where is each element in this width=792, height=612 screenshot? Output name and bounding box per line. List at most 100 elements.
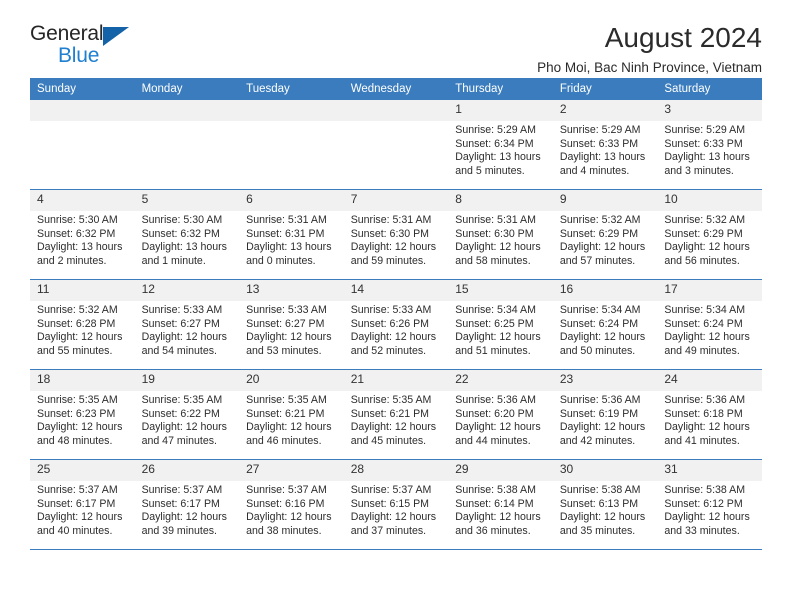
sunrise-time: Sunrise: 5:33 AM bbox=[246, 304, 327, 316]
day-number: 18 bbox=[30, 370, 135, 391]
calendar-day-cell[interactable]: 24 Sunrise: 5:36 AM Sunset: 6:18 PM Dayligh… bbox=[657, 369, 762, 460]
calendar-cell-empty bbox=[343, 100, 449, 190]
calendar-day-cell[interactable]: 7 Sunrise: 5:31 AM Sunset: 6:30 PM Daylight… bbox=[343, 189, 449, 280]
day-number: 10 bbox=[657, 190, 762, 211]
calendar-day-cell[interactable]: 10 Sunrise: 5:32 AM Sunset: 6:29 PM Dayligh… bbox=[657, 189, 762, 280]
sunrise-time: Sunrise: 5:37 AM bbox=[246, 484, 327, 496]
day-number: 8 bbox=[448, 190, 553, 211]
calendar-day-cell[interactable]: 19 Sunrise: 5:35 AM Sunset: 6:22 PM Dayligh… bbox=[134, 369, 240, 460]
daylight-duration-line1: Daylight: 12 hours bbox=[455, 241, 541, 254]
calendar-day-cell[interactable]: 2 Sunrise: 5:29 AM Sunset: 6:33 PM Daylight… bbox=[552, 100, 658, 190]
calendar-cell-empty bbox=[134, 100, 240, 190]
daylight-duration-line2: and 42 minutes. bbox=[559, 434, 636, 447]
calendar-week-row: 11 Sunrise: 5:32 AM Sunset: 6:28 PM Dayligh… bbox=[30, 279, 762, 370]
daylight-duration-line1: Daylight: 12 hours bbox=[141, 511, 227, 524]
generalblue-logo[interactable]: General Blue bbox=[30, 22, 150, 74]
daylight-duration-line1: Daylight: 13 hours bbox=[141, 241, 227, 254]
sunrise-time: Sunrise: 5:30 AM bbox=[37, 214, 118, 226]
calendar-day-cell[interactable]: 18 Sunrise: 5:35 AM Sunset: 6:23 PM Dayligh… bbox=[30, 369, 135, 460]
sunrise-time: Sunrise: 5:36 AM bbox=[664, 394, 746, 406]
day-number: 4 bbox=[30, 190, 135, 211]
day-details: Sunrise: 5:38 AM Sunset: 6:12 PM Daylight:… bbox=[657, 481, 762, 538]
calendar-day-cell[interactable]: 6 Sunrise: 5:31 AM Sunset: 6:31 PM Daylight… bbox=[239, 189, 344, 280]
calendar-day-cell[interactable]: 23 Sunrise: 5:36 AM Sunset: 6:19 PM Dayligh… bbox=[552, 369, 658, 460]
day-number: 6 bbox=[239, 190, 344, 211]
daylight-duration-line2: and 0 minutes. bbox=[246, 254, 316, 267]
sunset-time: Sunset: 6:27 PM bbox=[141, 317, 220, 330]
sunrise-time: Sunrise: 5:38 AM bbox=[664, 484, 746, 496]
sunrise-time: Sunrise: 5:29 AM bbox=[664, 124, 746, 136]
daylight-duration-line1: Daylight: 13 hours bbox=[664, 151, 750, 164]
calendar-day-cell[interactable]: 4 Sunrise: 5:30 AM Sunset: 6:32 PM Daylight… bbox=[30, 189, 135, 280]
sunset-time: Sunset: 6:21 PM bbox=[350, 407, 430, 420]
day-number: 13 bbox=[239, 280, 344, 301]
daylight-duration-line1: Daylight: 12 hours bbox=[455, 511, 541, 524]
daylight-duration-line1: Daylight: 12 hours bbox=[664, 331, 750, 344]
daylight-duration-line1: Daylight: 12 hours bbox=[246, 331, 332, 344]
calendar-day-cell[interactable]: 3 Sunrise: 5:29 AM Sunset: 6:33 PM Daylight… bbox=[657, 100, 762, 190]
calendar-day-cell[interactable]: 25 Sunrise: 5:37 AM Sunset: 6:17 PM Dayligh… bbox=[30, 459, 135, 550]
day-number: 9 bbox=[552, 190, 658, 211]
daylight-duration-line2: and 46 minutes. bbox=[246, 434, 322, 447]
sunset-time: Sunset: 6:12 PM bbox=[664, 497, 743, 510]
sunset-time: Sunset: 6:16 PM bbox=[246, 497, 325, 510]
calendar-day-cell[interactable]: 22 Sunrise: 5:36 AM Sunset: 6:20 PM Dayligh… bbox=[448, 369, 553, 460]
sunrise-time: Sunrise: 5:32 AM bbox=[559, 214, 641, 226]
daylight-duration-line2: and 52 minutes. bbox=[350, 344, 427, 357]
calendar-day-cell[interactable]: 14 Sunrise: 5:33 AM Sunset: 6:26 PM Dayligh… bbox=[343, 279, 449, 370]
calendar-day-cell[interactable]: 29 Sunrise: 5:38 AM Sunset: 6:14 PM Dayligh… bbox=[448, 459, 553, 550]
calendar-day-cell[interactable]: 9 Sunrise: 5:32 AM Sunset: 6:29 PM Daylight… bbox=[552, 189, 658, 280]
calendar-day-cell[interactable]: 1 Sunrise: 5:29 AM Sunset: 6:34 PM Daylight… bbox=[448, 100, 553, 190]
sunrise-time: Sunrise: 5:35 AM bbox=[350, 394, 432, 406]
daylight-duration-line1: Daylight: 12 hours bbox=[37, 421, 123, 434]
calendar-day-cell[interactable]: 27 Sunrise: 5:37 AM Sunset: 6:16 PM Dayligh… bbox=[239, 459, 344, 550]
daylight-duration-line2: and 40 minutes. bbox=[37, 524, 113, 537]
daylight-duration-line1: Daylight: 12 hours bbox=[246, 511, 332, 524]
day-number: 15 bbox=[448, 280, 553, 301]
calendar-day-cell[interactable]: 13 Sunrise: 5:33 AM Sunset: 6:27 PM Dayligh… bbox=[239, 279, 344, 370]
day-details: Sunrise: 5:35 AM Sunset: 6:22 PM Daylight:… bbox=[135, 391, 240, 448]
sunset-time: Sunset: 6:29 PM bbox=[664, 227, 743, 240]
day-details: Sunrise: 5:38 AM Sunset: 6:13 PM Daylight:… bbox=[553, 481, 658, 538]
daylight-duration-line1: Daylight: 12 hours bbox=[350, 331, 437, 344]
calendar-day-cell[interactable]: 11 Sunrise: 5:32 AM Sunset: 6:28 PM Dayligh… bbox=[30, 279, 135, 370]
calendar-day-cell[interactable]: 31 Sunrise: 5:38 AM Sunset: 6:12 PM Dayligh… bbox=[657, 459, 762, 550]
page-title: August 2024 bbox=[604, 22, 762, 53]
calendar-day-cell[interactable]: 12 Sunrise: 5:33 AM Sunset: 6:27 PM Dayligh… bbox=[134, 279, 240, 370]
daylight-duration-line2: and 45 minutes. bbox=[350, 434, 427, 447]
daylight-duration-line2: and 41 minutes. bbox=[664, 434, 740, 447]
day-number: 11 bbox=[30, 280, 135, 301]
calendar-day-cell[interactable]: 17 Sunrise: 5:34 AM Sunset: 6:24 PM Dayligh… bbox=[657, 279, 762, 370]
calendar-day-cell[interactable]: 5 Sunrise: 5:30 AM Sunset: 6:32 PM Daylight… bbox=[134, 189, 240, 280]
calendar-day-cell[interactable]: 26 Sunrise: 5:37 AM Sunset: 6:17 PM Dayligh… bbox=[134, 459, 240, 550]
daylight-duration-line1: Daylight: 12 hours bbox=[559, 511, 646, 524]
sunrise-time: Sunrise: 5:37 AM bbox=[141, 484, 223, 496]
day-details: Sunrise: 5:37 AM Sunset: 6:15 PM Daylight:… bbox=[344, 481, 449, 538]
sunrise-time: Sunrise: 5:32 AM bbox=[37, 304, 118, 316]
daylight-duration-line1: Daylight: 12 hours bbox=[37, 331, 123, 344]
day-number: 19 bbox=[134, 370, 240, 391]
sunrise-time: Sunrise: 5:36 AM bbox=[455, 394, 536, 406]
daylight-duration-line2: and 1 minute. bbox=[141, 254, 206, 267]
weekday-header-thursday: Thursday bbox=[448, 78, 553, 100]
calendar-day-cell[interactable]: 8 Sunrise: 5:31 AM Sunset: 6:30 PM Daylight… bbox=[448, 189, 553, 280]
calendar-day-cell[interactable]: 21 Sunrise: 5:35 AM Sunset: 6:21 PM Dayligh… bbox=[343, 369, 449, 460]
sunset-time: Sunset: 6:32 PM bbox=[141, 227, 220, 240]
sunrise-time: Sunrise: 5:29 AM bbox=[559, 124, 641, 136]
calendar-day-cell[interactable]: 16 Sunrise: 5:34 AM Sunset: 6:24 PM Dayligh… bbox=[552, 279, 658, 370]
day-details: Sunrise: 5:29 AM Sunset: 6:34 PM Daylight:… bbox=[448, 121, 553, 178]
calendar-day-cell[interactable]: 30 Sunrise: 5:38 AM Sunset: 6:13 PM Dayligh… bbox=[552, 459, 658, 550]
sunrise-time: Sunrise: 5:35 AM bbox=[37, 394, 118, 406]
daylight-duration-line2: and 39 minutes. bbox=[141, 524, 217, 537]
day-details: Sunrise: 5:30 AM Sunset: 6:32 PM Daylight:… bbox=[30, 211, 135, 268]
sunset-time: Sunset: 6:25 PM bbox=[455, 317, 534, 330]
calendar-day-cell[interactable]: 20 Sunrise: 5:35 AM Sunset: 6:21 PM Dayligh… bbox=[239, 369, 344, 460]
calendar-week-row: 1 Sunrise: 5:29 AM Sunset: 6:34 PM Daylight… bbox=[30, 100, 762, 190]
day-number: 31 bbox=[657, 460, 762, 481]
calendar-day-cell[interactable]: 28 Sunrise: 5:37 AM Sunset: 6:15 PM Dayligh… bbox=[343, 459, 449, 550]
day-details: Sunrise: 5:36 AM Sunset: 6:18 PM Daylight:… bbox=[657, 391, 762, 448]
day-number: 17 bbox=[657, 280, 762, 301]
calendar-day-cell[interactable]: 15 Sunrise: 5:34 AM Sunset: 6:25 PM Dayligh… bbox=[448, 279, 553, 370]
day-number bbox=[30, 100, 135, 121]
day-details: Sunrise: 5:38 AM Sunset: 6:14 PM Daylight:… bbox=[448, 481, 553, 538]
